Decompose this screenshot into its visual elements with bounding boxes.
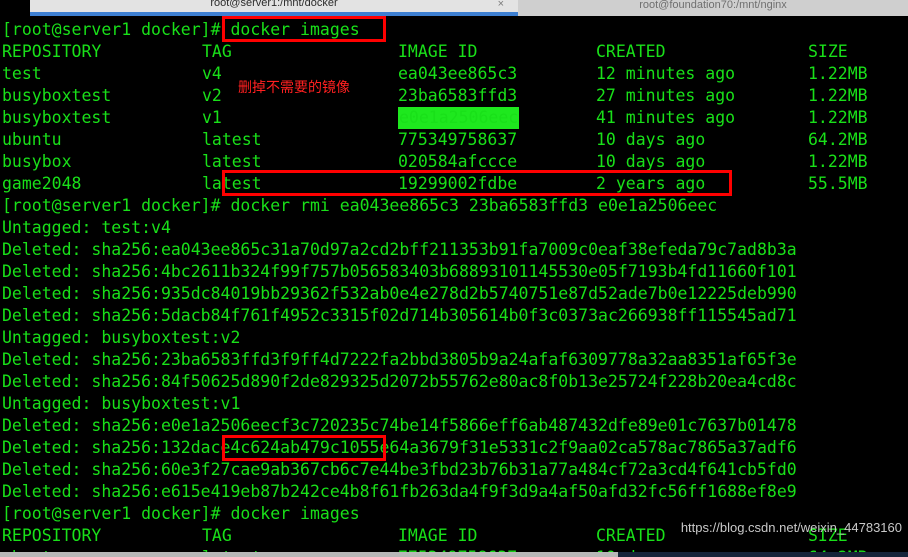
header-image-id: IMAGE ID [398, 42, 478, 61]
cell-image-id: 020584afccce [398, 152, 518, 171]
table-row: busybox latest 020584afccce 10 days ago … [2, 151, 908, 173]
cell-size: 55.5MB [808, 174, 868, 193]
table-row: busyboxtest v2 23ba6583ffd3 27 minutes a… [2, 85, 908, 107]
header-repository: REPOSITORY [2, 42, 102, 61]
cell-created: 10 days ago [596, 130, 706, 149]
cell-tag: v2 [202, 86, 222, 105]
cell-tag: latest [202, 152, 262, 171]
header-tag: TAG [202, 526, 232, 545]
output-line: Deleted: sha256:23ba6583ffd3f9ff4d7222fa… [2, 350, 797, 369]
cell-repository: busybox [2, 152, 72, 171]
output-line: Deleted: sha256:935dc84019bb29362f532ab0… [2, 284, 797, 303]
cell-created: 10 days ago [596, 152, 706, 171]
command-docker-rmi: docker rmi ea043ee865c3 23ba6583ffd3 e0e… [230, 196, 718, 215]
output-line: Deleted: sha256:5dacb84f761f4952c3315f02… [2, 306, 797, 325]
output-line: Deleted: sha256:84f50625d890f2de829325d2… [2, 372, 797, 391]
cell-tag: latest [202, 130, 262, 149]
desktop-bottom-bar-dark [618, 552, 908, 557]
annotation-note-chinese: 删掉不需要的镜像 [238, 80, 350, 96]
output-line: Deleted: sha256:4bc2611b324f99f757b05658… [2, 262, 797, 281]
cell-tag: v1 [202, 108, 222, 127]
cell-tag: v4 [202, 64, 222, 83]
cell-image-id: ea043ee865c3 [398, 64, 518, 83]
output-line: Deleted: sha256:e0e1a2506eecf3c720235c74… [2, 416, 797, 435]
terminal-output[interactable]: [root@server1 docker]# docker images REP… [0, 16, 908, 557]
output-line: Untagged: test:v4 [2, 218, 171, 237]
table-header-row-1: REPOSITORY TAG IMAGE ID CREATED SIZE [2, 41, 908, 63]
tab-strip-left-gap [0, 0, 30, 16]
cell-image-id: 775349758637 [398, 130, 518, 149]
tab-strip: root@server1:/mnt/docker × root@foundati… [0, 0, 908, 16]
cell-created: 12 minutes ago [596, 64, 736, 83]
table-row: game2048 latest 19299002fdbe 2 years ago… [2, 173, 908, 195]
tab-root-server1-mnt-docker[interactable]: root@server1:/mnt/docker × [30, 0, 518, 16]
header-repository: REPOSITORY [2, 526, 102, 545]
output-line: Untagged: busyboxtest:v1 [2, 394, 241, 413]
header-created: CREATED [596, 526, 666, 545]
cell-size: 1.22MB [808, 152, 868, 171]
cell-repository: busyboxtest [2, 86, 112, 105]
header-size: SIZE [808, 42, 848, 61]
cell-image-id: 19299002fdbe [398, 174, 518, 193]
cell-repository: busyboxtest [2, 108, 112, 127]
cell-created: 41 minutes ago [596, 108, 736, 127]
cell-repository: game2048 [2, 174, 82, 193]
tab-root-foundation70-mnt-nginx[interactable]: root@foundation70:/mnt/nginx [518, 0, 908, 16]
cell-created: 27 minutes ago [596, 86, 736, 105]
cell-repository: ubuntu [2, 130, 62, 149]
command-line-rmi: [root@server1 docker]# docker rmi ea043e… [2, 195, 908, 217]
tab-title-active: root@server1:/mnt/docker [210, 0, 338, 9]
header-created: CREATED [596, 42, 666, 61]
watermark-url: https://blog.csdn.net/weixin_44783160 [680, 520, 902, 535]
cell-size: 1.22MB [808, 64, 868, 83]
output-line: Deleted: sha256:ea043ee865c31a70d97a2cd2… [2, 240, 797, 259]
cell-image-id-selected: e0e1a2506eec [398, 107, 520, 129]
cell-image-id: 23ba6583ffd3 [398, 86, 518, 105]
command-docker-images: docker images [230, 504, 360, 523]
cell-size: 64.2MB [808, 130, 868, 149]
header-image-id: IMAGE ID [398, 526, 478, 545]
output-line: Deleted: sha256:132dace4c624ab479c1055e6… [2, 438, 797, 457]
tab-title-inactive: root@foundation70:/mnt/nginx [639, 0, 787, 11]
table-row: test v4 ea043ee865c3 12 minutes ago 1.22… [2, 63, 908, 85]
cell-repository: test [2, 64, 42, 83]
cell-size: 1.22MB [808, 108, 868, 127]
cell-tag: latest [202, 174, 262, 193]
cell-size: 1.22MB [808, 86, 868, 105]
close-icon[interactable]: × [498, 0, 504, 10]
shell-prompt: [root@server1 docker]# [2, 20, 231, 39]
table-row: ubuntu latest 775349758637 10 days ago 6… [2, 129, 908, 151]
shell-prompt: [root@server1 docker]# [2, 504, 231, 523]
table-row: busyboxtest v1 e0e1a2506eec 41 minutes a… [2, 107, 908, 129]
command-line-images-1: [root@server1 docker]# docker images [2, 19, 908, 41]
header-tag: TAG [202, 42, 232, 61]
cell-created: 2 years ago [596, 174, 706, 193]
output-line: Deleted: sha256:60e3f27cae9ab367cb6c7e44… [2, 460, 797, 479]
output-line: Untagged: busyboxtest:v2 [2, 328, 241, 347]
terminal-window: root@server1:/mnt/docker × root@foundati… [0, 0, 908, 557]
output-line: Deleted: sha256:e615e419eb87b242ce4b8f61… [2, 482, 797, 501]
command-docker-images: docker images [230, 20, 360, 39]
